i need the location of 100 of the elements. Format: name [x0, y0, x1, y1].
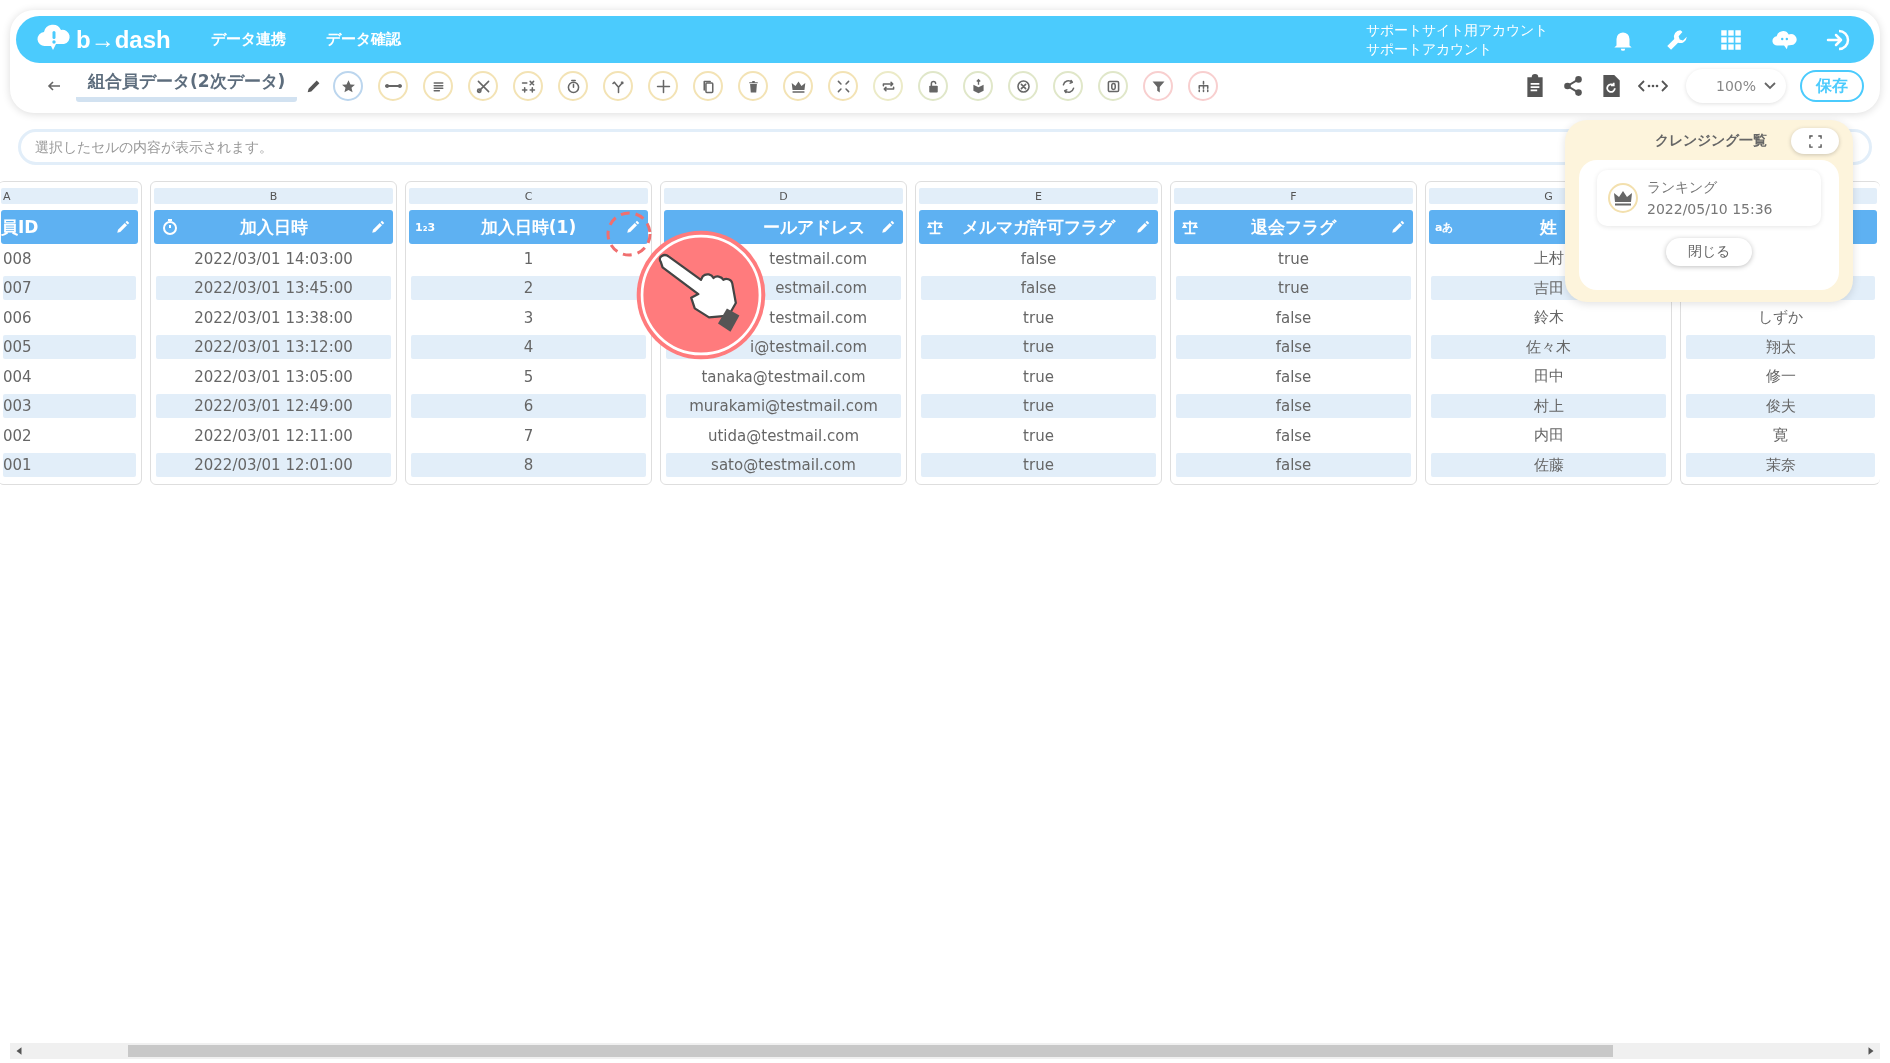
stopwatch-button[interactable] — [558, 71, 589, 101]
table-cell[interactable]: 2022/03/01 12:49:00 — [194, 397, 353, 416]
table-cell[interactable]: true — [1023, 456, 1054, 475]
table-cell[interactable]: true — [1278, 279, 1309, 298]
table-cell[interactable]: しずか — [1758, 308, 1803, 328]
column-letter[interactable]: A — [3, 189, 11, 203]
scroll-right-icon[interactable] — [1866, 1046, 1876, 1056]
table-cell[interactable]: 5 — [523, 367, 534, 386]
table-cell[interactable]: 005 — [3, 338, 32, 357]
table-cell[interactable]: 4 — [523, 338, 534, 357]
title-field[interactable]: 組合員データ(2次データ) — [76, 70, 298, 102]
close-circle-button[interactable] — [1008, 71, 1039, 101]
table-cell[interactable]: false — [1020, 249, 1057, 268]
table-cell[interactable]: 2022/03/01 13:38:00 — [194, 308, 353, 327]
column-letter[interactable]: B — [269, 189, 278, 203]
scroll-left-icon[interactable] — [14, 1046, 24, 1056]
table-cell[interactable]: true — [1278, 249, 1309, 268]
table-cell[interactable]: 002 — [3, 426, 32, 445]
table-cell[interactable]: 6 — [523, 397, 534, 416]
table-cell[interactable]: true — [1023, 397, 1054, 416]
table-cell[interactable]: true — [1023, 367, 1054, 386]
table-cell[interactable]: false — [1275, 397, 1312, 416]
table-cell[interactable]: false — [1275, 426, 1312, 445]
table-cell[interactable]: testmail.com — [769, 308, 867, 327]
share-icon[interactable] — [1562, 74, 1584, 98]
table-cell[interactable]: testmail.com — [769, 249, 867, 268]
table-cell[interactable]: 001 — [3, 456, 32, 475]
table-cell[interactable]: 2 — [523, 279, 534, 298]
table-cell[interactable]: 寛 — [1773, 426, 1788, 446]
table-cell[interactable]: 2022/03/01 13:05:00 — [194, 367, 353, 386]
box-upload-button[interactable] — [963, 71, 994, 101]
plus-button[interactable] — [648, 71, 679, 101]
zoom-select[interactable]: 100% — [1686, 69, 1786, 103]
table-cell[interactable]: false — [1020, 279, 1057, 298]
column-letter[interactable]: D — [779, 189, 788, 203]
table-cell[interactable]: 佐藤 — [1533, 455, 1564, 475]
table-cell[interactable]: 村上 — [1533, 396, 1564, 416]
table-cell[interactable]: true — [1023, 426, 1054, 445]
table-cell[interactable]: false — [1275, 308, 1312, 327]
table-cell[interactable]: 003 — [3, 397, 32, 416]
column-letter[interactable]: E — [1035, 189, 1042, 203]
lock-button[interactable] — [918, 71, 949, 101]
repeat-button[interactable] — [873, 71, 904, 101]
hierarchy-button[interactable] — [1188, 71, 1219, 101]
table-cell[interactable]: utida@testmail.com — [708, 426, 859, 445]
table-cell[interactable]: 006 — [3, 308, 32, 327]
scrollbar-thumb[interactable] — [128, 1045, 1613, 1057]
table-cell[interactable]: false — [1275, 367, 1312, 386]
crown-button[interactable] — [783, 71, 814, 101]
dotted-line-button[interactable] — [378, 71, 409, 101]
trash-button[interactable] — [738, 71, 769, 101]
table-cell[interactable]: 翔太 — [1765, 337, 1796, 357]
table-cell[interactable]: 2022/03/01 13:12:00 — [194, 338, 353, 357]
document-refresh-icon[interactable] — [1600, 74, 1622, 98]
table-cell[interactable]: 鈴木 — [1533, 308, 1564, 328]
table-cell[interactable]: 2022/03/01 12:01:00 — [194, 456, 353, 475]
compress-button[interactable] — [828, 71, 859, 101]
framed-square-button[interactable] — [1098, 71, 1129, 101]
table-cell[interactable]: 吉田 — [1533, 278, 1564, 298]
horizontal-scrollbar[interactable] — [10, 1043, 1880, 1059]
table-cell[interactable]: 田中 — [1533, 367, 1564, 387]
table-cell[interactable]: false — [1275, 338, 1312, 357]
star-button[interactable] — [333, 71, 364, 101]
table-cell[interactable]: 佐々木 — [1526, 337, 1571, 357]
table-cell[interactable]: 2022/03/01 12:11:00 — [194, 426, 353, 445]
table-cell[interactable]: 俊夫 — [1765, 396, 1796, 416]
table-cell[interactable]: 茉奈 — [1765, 455, 1796, 475]
column-letter[interactable]: F — [1290, 189, 1297, 203]
copy-button[interactable] — [693, 71, 724, 101]
expand-button[interactable] — [1791, 128, 1839, 154]
table-cell[interactable]: 007 — [3, 279, 32, 298]
table-cell[interactable]: estmail.com — [775, 279, 867, 298]
table-cell[interactable]: sato@testmail.com — [711, 456, 856, 475]
table-cell[interactable]: 7 — [523, 426, 534, 445]
table-cell[interactable]: 内田 — [1533, 426, 1564, 446]
table-cell[interactable]: 2022/03/01 13:45:00 — [194, 279, 353, 298]
table-cell[interactable]: tanaka@testmail.com — [701, 367, 866, 386]
column-letter[interactable]: G — [1544, 189, 1553, 203]
close-button[interactable]: 閉じる — [1666, 238, 1752, 266]
table-cell[interactable]: 008 — [3, 249, 32, 268]
table-cell[interactable]: 8 — [523, 456, 534, 475]
table-cell[interactable]: 1 — [523, 249, 534, 268]
table-cell[interactable]: true — [1023, 308, 1054, 327]
table-cell[interactable]: false — [1275, 456, 1312, 475]
math-button[interactable] — [513, 71, 544, 101]
branch-button[interactable] — [603, 71, 634, 101]
table-cell[interactable]: true — [1023, 338, 1054, 357]
swap-arrows-button[interactable] — [1053, 71, 1084, 101]
cleansing-item[interactable]: ランキング 2022/05/10 15:36 — [1597, 170, 1821, 226]
table-cell[interactable]: 3 — [523, 308, 534, 327]
clipboard-icon[interactable] — [1524, 74, 1546, 98]
lines-button[interactable] — [423, 71, 454, 101]
table-cell[interactable]: 上村 — [1533, 249, 1564, 269]
scissors-button[interactable] — [468, 71, 499, 101]
table-cell[interactable]: 修一 — [1765, 367, 1796, 387]
table-cell[interactable]: i@testmail.com — [750, 338, 867, 357]
funnel-button[interactable] — [1143, 71, 1174, 101]
table-cell[interactable]: murakami@testmail.com — [689, 397, 878, 416]
table-cell[interactable]: 2022/03/01 14:03:00 — [194, 249, 353, 268]
table-cell[interactable]: 004 — [3, 367, 32, 386]
